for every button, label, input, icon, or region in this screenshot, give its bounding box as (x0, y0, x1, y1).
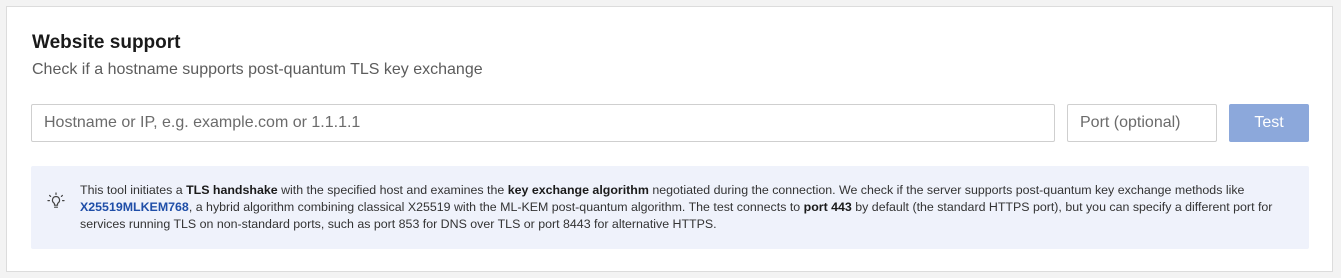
section-subtitle: Check if a hostname supports post-quantu… (32, 61, 483, 78)
lightbulb-icon (47, 192, 65, 208)
website-support-card: Website support Check if a hostname supp… (6, 6, 1333, 272)
tls-handshake-term: TLS handshake (186, 183, 278, 197)
x25519mlkem768-link[interactable]: X25519MLKEM768 (80, 200, 189, 214)
key-exchange-term: key exchange algorithm (507, 183, 649, 197)
hostname-input[interactable] (31, 104, 1055, 142)
section-title: Website support (32, 32, 181, 53)
port-input[interactable] (1067, 104, 1217, 142)
info-text: This tool initiates a TLS handshake with… (80, 183, 1273, 231)
port-443-term: port 443 (803, 200, 852, 214)
test-button[interactable]: Test (1229, 104, 1309, 142)
info-box: This tool initiates a TLS handshake with… (31, 166, 1309, 249)
